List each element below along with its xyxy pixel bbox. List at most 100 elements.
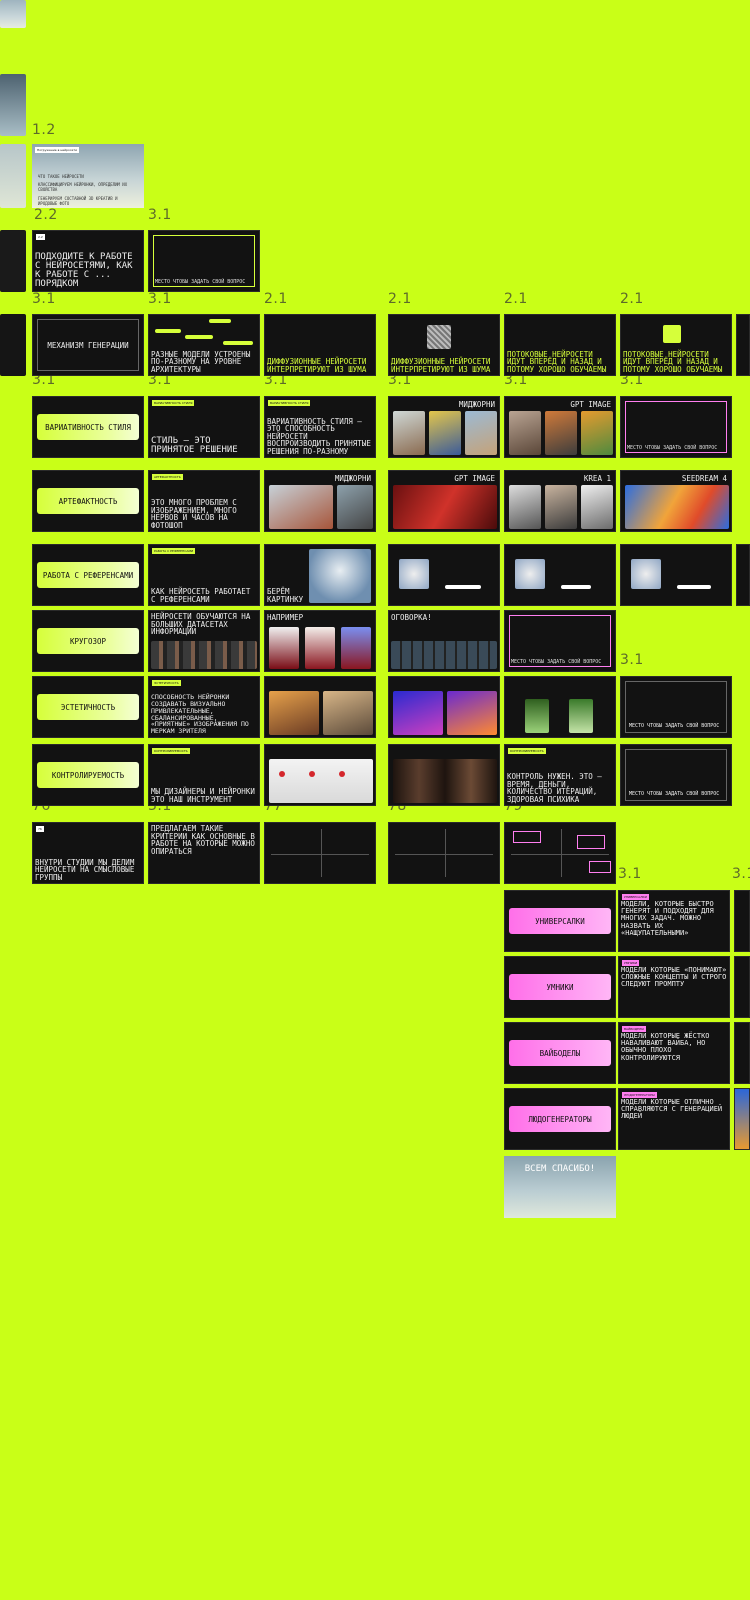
group-box <box>589 861 611 873</box>
slide-control-ex1[interactable] <box>264 744 376 806</box>
criterion-button: КОНТРОЛИРУЕМОСТЬ <box>37 762 139 788</box>
slide-headline: ДИФФУЗИОННЫЕ НЕЙРОСЕТИ ИНТЕРПРЕТИРУЮТ ИЗ… <box>391 357 491 374</box>
slide-question[interactable]: МЕСТО ЧТОБЫ ЗАДАТЬ СВОЙ ВОПРОС <box>148 230 260 292</box>
slide-seedream-art[interactable]: SEEDREAM 4 <box>620 470 732 532</box>
slide-smart[interactable]: УМНИКИ <box>504 956 616 1018</box>
slide-aesthetic-ex3[interactable] <box>504 676 616 738</box>
slide-example[interactable]: НАПРИМЕР <box>264 610 376 672</box>
slide-approach[interactable]: 2.2 ПОДХОДИТЕ К РАБОТЕ С НЕЙРОСЕТЯМИ, КА… <box>32 230 144 292</box>
slide-diffusion-noise[interactable]: ДИФФУЗИОННЫЕ НЕЙРОСЕТИ ИНТЕРПРЕТИРУЮТ ИЗ… <box>388 314 500 376</box>
slide-question[interactable]: МЕСТО ЧТОБЫ ЗАДАТЬ СВОЙ ВОПРОС <box>504 610 616 672</box>
axis-line-v <box>321 829 322 877</box>
example-image <box>339 771 345 777</box>
example-image <box>269 691 319 735</box>
slide-aesthetic-def[interactable]: ЭСТЕТИЧНОСТЬ СПОСОБНОСТЬ НЕЙРОНКИ СОЗДАВ… <box>148 676 260 738</box>
slide-diffusion[interactable]: ДИФФУЗИОННЫЕ НЕЙРОСЕТИ ИНТЕРПРЕТИРУЮТ ИЗ… <box>264 314 376 376</box>
slide-refs-def[interactable]: РАБОТА С РЕФЕРЕНСАМИ КАК НЕЙРОСЕТЬ РАБОТ… <box>148 544 260 606</box>
section-label: 2.1 <box>388 291 412 307</box>
slide-question[interactable]: МЕСТО ЧТОБЫ ЗАДАТЬ СВОЙ ВОПРОС <box>620 396 732 458</box>
slide-people-def[interactable]: ЛЮДОГЕНЕРАТОРЫ МОДЕЛИ КОТОРЫЕ ОТЛИЧНО СП… <box>618 1088 730 1150</box>
section-label: 3.1 <box>732 866 750 882</box>
slide-gpt-style[interactable]: GPT IMAGE <box>504 396 616 458</box>
slide-style-var[interactable]: ВАРИАТИВНОСТЬ СТИЛЯ <box>32 396 144 458</box>
slide-refs-midjourney[interactable] <box>388 544 500 606</box>
slide-headline: НЕЙРОСЕТИ ОБУЧАЮТСЯ НА БОЛЬШИХ ДАТАСЕТАХ… <box>151 612 251 636</box>
slide-headline: КОНТРОЛЬ НУЖЕН. ЭТО — ВРЕМЯ, ДЕНЬГИ, КОЛ… <box>507 772 602 804</box>
slide-caveat[interactable]: ОГОВОРКА! <box>388 610 500 672</box>
slide-headline: ЭТО МНОГО ПРОБЛЕМ С ИЗОБРАЖЕНИЕМ, МНОГО … <box>151 498 237 530</box>
slide-mechanism[interactable]: МЕХАНИЗМ ГЕНЕРАЦИИ <box>32 314 144 376</box>
slide-propose[interactable]: ПРЕДЛАГАЕМ ТАКИЕ КРИТЕРИИ КАК ОСНОВНЫЕ В… <box>148 822 260 884</box>
slide-outlook[interactable]: КРУГОЗОР <box>32 610 144 672</box>
slide-thumbnail-partial[interactable] <box>734 890 750 952</box>
slide-models[interactable]: РАЗНЫЕ МОДЕЛИ УСТРОЕНЫ ПО-РАЗНОМУ НА УРО… <box>148 314 260 376</box>
slide-axes[interactable] <box>264 822 376 884</box>
example-image <box>393 485 497 529</box>
slide-krea-art[interactable]: KREA 1 <box>504 470 616 532</box>
slide-vibe-def[interactable]: ВАЙБОДЕЛЫ МОДЕЛИ КОТОРЫЕ ЖЁСТКО НАВАЛИВА… <box>618 1022 730 1084</box>
slide-stream-diagram[interactable]: ПОТОКОВЫЕ НЕЙРОСЕТИ ИДУТ ВПЕРЁД И НАЗАД … <box>620 314 732 376</box>
slide-thumbnail-partial[interactable] <box>734 1022 750 1084</box>
slide-control-need[interactable]: КОНТРОЛИРУЕМОСТЬ КОНТРОЛЬ НУЖЕН. ЭТО — В… <box>504 744 616 806</box>
slide-refs-other[interactable] <box>620 544 732 606</box>
slide-midjourney-style[interactable]: МИДЖОРНИ <box>388 396 500 458</box>
slide-refs-gpt[interactable] <box>504 544 616 606</box>
slide-midjourney-art[interactable]: МИДЖОРНИ <box>264 470 376 532</box>
example-image <box>279 771 285 777</box>
slide-headline: МЕХАНИЗМ ГЕНЕРАЦИИ <box>37 319 139 371</box>
slide-intro[interactable]: Погружение в нейросети ЧТО ТАКОЕ НЕЙРОСЕ… <box>32 144 144 208</box>
slide-tag: КОНТРОЛИРУЕМОСТЬ <box>508 748 546 754</box>
example-image <box>545 411 577 455</box>
slide-headline: ПОДХОДИТЕ К РАБОТЕ С НЕЙРОСЕТЯМИ, КАК К … <box>35 252 133 289</box>
slide-question[interactable]: МЕСТО ЧТОБЫ ЗАДАТЬ СВОЙ ВОПРОС <box>620 744 732 806</box>
example-image <box>269 627 299 669</box>
slide-thanks[interactable]: ВСЕМ СПАСИБО! <box>504 1156 616 1218</box>
slide-studio[interactable]: 76 ВНУТРИ СТУДИИ МЫ ДЕЛИМ НЕЙРОСЕТИ НА С… <box>32 822 144 884</box>
slide-question[interactable]: МЕСТО ЧТОБЫ ЗАДАТЬ СВОЙ ВОПРОС <box>620 676 732 738</box>
slide-people[interactable]: ЛЮДОГЕНЕРАТОРЫ <box>504 1088 616 1150</box>
example-image <box>393 691 443 735</box>
slide-thumbnail-partial[interactable] <box>736 544 750 606</box>
slide-thumbnail-partial[interactable] <box>0 314 26 376</box>
slide-vibe[interactable]: ВАЙБОДЕЛЫ <box>504 1022 616 1084</box>
slide-gpt-art[interactable]: GPT IMAGE <box>388 470 500 532</box>
slide-thumbnail-partial[interactable] <box>736 314 750 376</box>
slide-style-def[interactable]: ВАРИАТИВНОСТЬ СТИЛЯ ВАРИАТИВНОСТЬ СТИЛЯ … <box>264 396 376 458</box>
slide-thumbnail-partial[interactable] <box>734 956 750 1018</box>
slide-refs[interactable]: РАБОТА С РЕФЕРЕНСАМИ <box>32 544 144 606</box>
slide-control-ex2[interactable] <box>388 744 500 806</box>
slide-headline: СТИЛЬ — ЭТО ПРИНЯТОЕ РЕШЕНИЕ <box>151 436 238 455</box>
slide-outlook-def[interactable]: НЕЙРОСЕТИ ОБУЧАЮТСЯ НА БОЛЬШИХ ДАТАСЕТАХ… <box>148 610 260 672</box>
slide-thumbnail-partial[interactable] <box>734 1088 750 1150</box>
example-image <box>581 485 613 529</box>
slide-thumbnail-partial[interactable] <box>0 230 26 292</box>
axis-line-v <box>445 829 446 877</box>
model-name: GPT IMAGE <box>454 474 495 483</box>
slide-aesthetic-ex2[interactable] <box>388 676 500 738</box>
slide-axes-groups[interactable] <box>504 822 616 884</box>
slide-tag: АРТЕФАКТНОСТЬ <box>152 474 183 480</box>
section-label: 2.1 <box>504 291 528 307</box>
slide-stream[interactable]: ПОТОКОВЫЕ НЕЙРОСЕТИ ИДУТ ВПЕРЁД И НАЗАД … <box>504 314 616 376</box>
slide-style-is[interactable]: ВАРИАТИВНОСТЬ СТИЛЯ СТИЛЬ — ЭТО ПРИНЯТОЕ… <box>148 396 260 458</box>
headline-accent: ПОТОКОВЫЕ НЕЙРОСЕТИ ИДУТ ВПЕРЁД И НАЗАД … <box>507 349 607 374</box>
slide-universal-def[interactable]: УНИВЕРСАЛКИ МОДЕЛИ, КОТОРЫЕ БЫСТРО ГЕНЕР… <box>618 890 730 952</box>
example-image <box>625 485 729 529</box>
slide-universal[interactable]: УНИВЕРСАЛКИ <box>504 890 616 952</box>
slide-aesthetic[interactable]: ЭСТЕТИЧНОСТЬ <box>32 676 144 738</box>
reference-image <box>515 559 545 589</box>
slide-thumbnail-partial[interactable] <box>0 74 26 136</box>
slide-control[interactable]: КОНТРОЛИРУЕМОСТЬ <box>32 744 144 806</box>
slide-smart-def[interactable]: УМНИКИ МОДЕЛИ КОТОРЫЕ «ПОНИМАЮТ» СЛОЖНЫЕ… <box>618 956 730 1018</box>
slide-axes-models[interactable] <box>388 822 500 884</box>
slide-thumbnail-partial[interactable] <box>0 144 26 208</box>
slide-control-def[interactable]: КОНТРОЛИРУЕМОСТЬ МЫ ДИЗАЙНЕРЫ И НЕЙРОНКИ… <box>148 744 260 806</box>
slide-thumbnail-partial[interactable] <box>0 0 26 28</box>
reference-image <box>399 559 429 589</box>
slide-aesthetic-ex1[interactable] <box>264 676 376 738</box>
slide-artifacts-def[interactable]: АРТЕФАКТНОСТЬ ЭТО МНОГО ПРОБЛЕМ С ИЗОБРА… <box>148 470 260 532</box>
slide-take-pic[interactable]: БЕРЁМ КАРТИНКУ <box>264 544 376 606</box>
reference-image <box>309 549 371 603</box>
axis-line-h <box>271 854 369 855</box>
slide-artifacts[interactable]: АРТЕФАКТНОСТЬ <box>32 470 144 532</box>
